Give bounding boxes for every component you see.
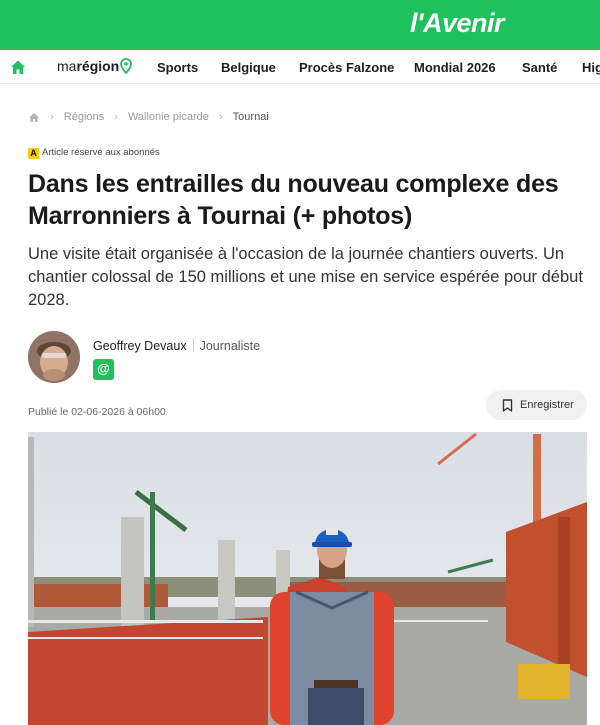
published-date: Publié le 02-06-2026 à 06h00	[28, 406, 166, 418]
breadcrumb-item-tournai[interactable]: Tournai	[233, 111, 269, 123]
article-hero-image[interactable]	[28, 432, 587, 725]
save-article-button[interactable]: Enregistrer	[486, 390, 587, 420]
home-icon[interactable]	[9, 58, 27, 76]
contact-author-button[interactable]: @	[93, 359, 114, 380]
nav-item-proces-falzone[interactable]: Procès Falzone	[299, 60, 394, 75]
location-pin-icon	[120, 58, 133, 74]
at-sign-icon: @	[97, 361, 110, 376]
article-title: Dans les entrailles du nouveau complexe …	[28, 170, 559, 230]
nav-item-sports[interactable]: Sports	[157, 60, 198, 75]
author-photo	[28, 331, 80, 383]
site-header: l'Avenir	[0, 0, 600, 50]
nav-region-prefix: ma	[57, 58, 77, 74]
author-divider	[192, 338, 194, 352]
breadcrumb-separator: ›	[218, 111, 223, 124]
nav-item-overflow[interactable]: Hig	[582, 60, 600, 75]
save-article-label: Enregistrer	[520, 399, 574, 411]
article-lead: Une visite était organisée à l'occasion …	[28, 245, 583, 309]
nav-item-sante[interactable]: Santé	[522, 60, 557, 75]
premium-label-text: Article réservé aux abonnés	[42, 147, 160, 158]
main-navigation: marégion Sports Belgique Procès Falzone …	[0, 50, 600, 84]
author-name[interactable]: Geoffrey Devaux	[93, 339, 187, 353]
nav-item-ma-region[interactable]: marégion	[57, 58, 133, 74]
breadcrumb-separator: ›	[50, 111, 54, 124]
breadcrumb-separator: ›	[114, 111, 118, 124]
author-avatar[interactable]	[28, 331, 80, 383]
nav-item-belgique[interactable]: Belgique	[221, 60, 276, 75]
home-icon[interactable]	[28, 112, 40, 123]
breadcrumb-item-regions[interactable]: Régions	[64, 111, 104, 123]
premium-label: A Article réservé aux abonnés	[28, 147, 160, 159]
bookmark-icon	[502, 399, 513, 412]
author-line: Geoffrey Devaux Journaliste	[93, 338, 260, 353]
breadcrumb: › Régions › Wallonie picarde › Tournai	[28, 111, 269, 123]
construction-site-photo	[28, 432, 587, 725]
site-logo[interactable]: l'Avenir	[410, 8, 504, 39]
premium-badge-icon: A	[28, 148, 39, 159]
nav-region-label: région	[76, 58, 120, 74]
breadcrumb-item-wallonie-picarde[interactable]: Wallonie picarde	[128, 111, 209, 123]
nav-item-mondial-2026[interactable]: Mondial 2026	[414, 60, 496, 75]
author-role: Journaliste	[199, 339, 261, 353]
